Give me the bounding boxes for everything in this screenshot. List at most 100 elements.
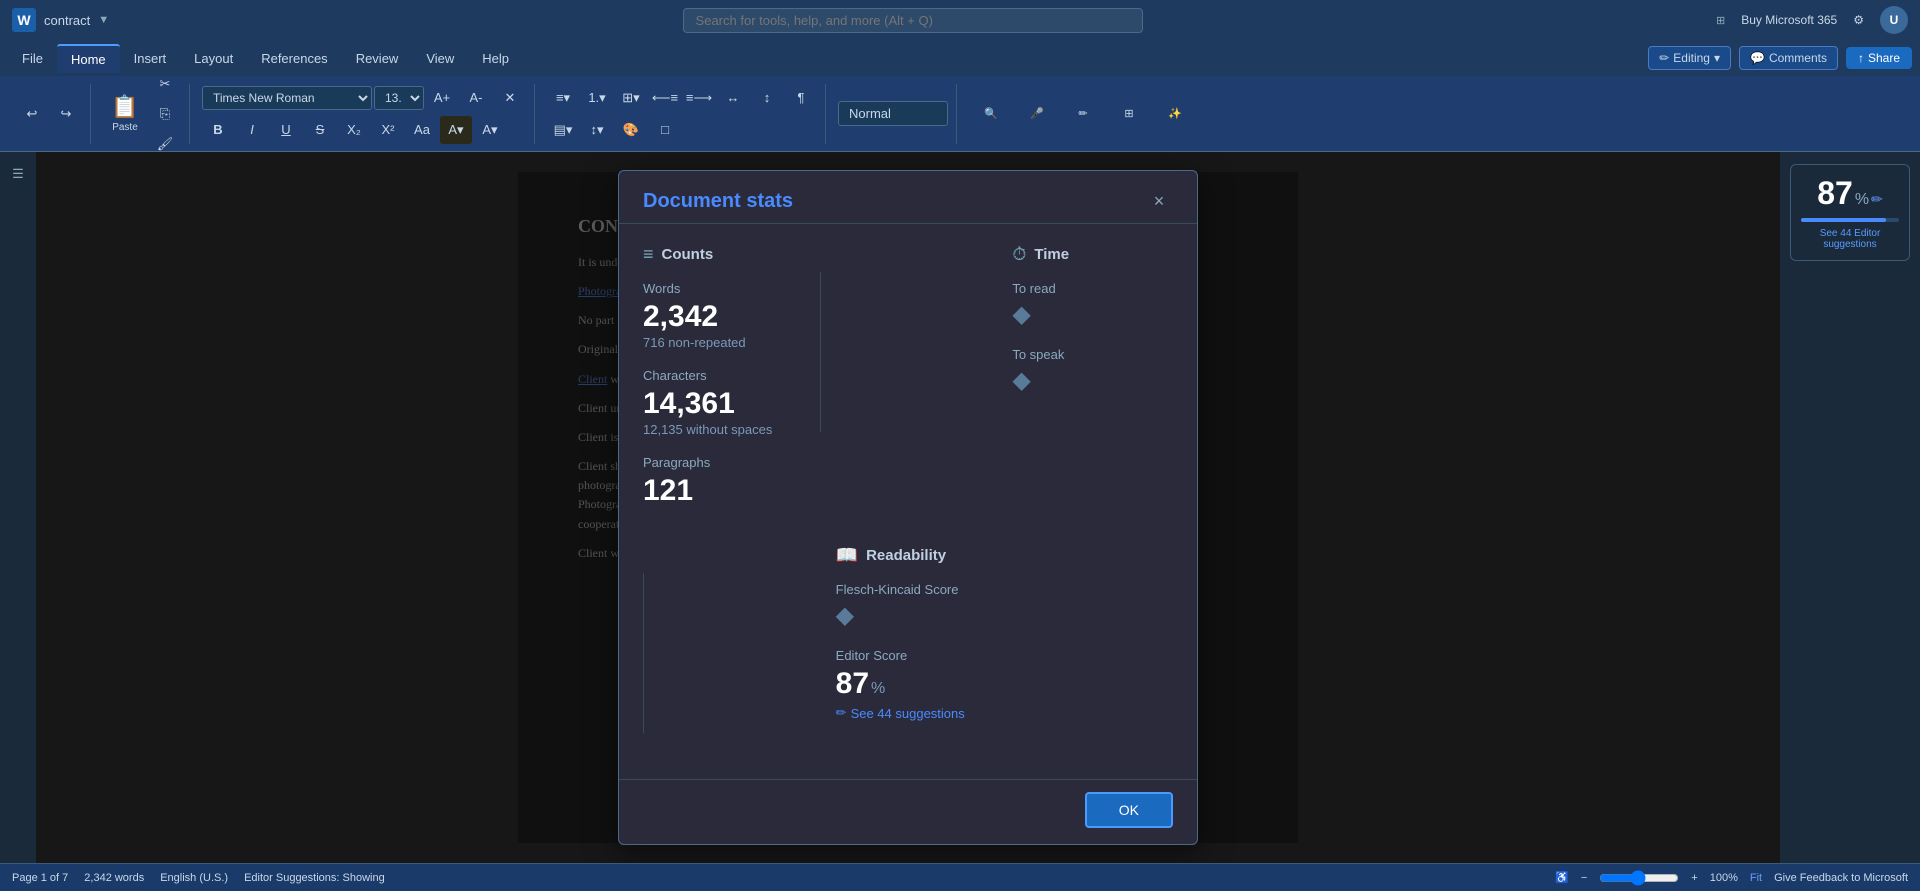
sidebar-left: ☰ bbox=[0, 152, 36, 863]
modal-close-button[interactable]: × bbox=[1145, 187, 1173, 215]
tab-home[interactable]: Home bbox=[57, 44, 120, 73]
decrease-font-button[interactable]: A- bbox=[460, 84, 492, 112]
clear-format-button[interactable]: ✕ bbox=[494, 84, 526, 112]
tab-references[interactable]: References bbox=[247, 45, 341, 72]
font-selector-row: Times New Roman 13.5 A+ A- ✕ bbox=[202, 84, 526, 112]
paragraphs-label: Paragraphs bbox=[643, 455, 804, 470]
zoom-slider[interactable] bbox=[1599, 870, 1679, 886]
zoom-out-button[interactable]: − bbox=[1581, 872, 1587, 884]
paste-label: Paste bbox=[112, 122, 138, 133]
editing-label: Editing bbox=[1673, 51, 1710, 65]
ms365-text[interactable]: Buy Microsoft 365 bbox=[1741, 13, 1837, 27]
align-buttons-row: ▤▾ ↕▾ 🎨 □ bbox=[547, 116, 681, 144]
copy-button[interactable]: ⎘ bbox=[149, 100, 181, 128]
align-button[interactable]: ▤▾ bbox=[547, 116, 579, 144]
share-button[interactable]: ↑ Share bbox=[1846, 47, 1912, 69]
superscript-button[interactable]: X² bbox=[372, 116, 404, 144]
word-icon: W bbox=[12, 8, 36, 32]
strikethrough-button[interactable]: S bbox=[304, 116, 336, 144]
editor-score-label: Editor Score bbox=[836, 648, 981, 663]
format-buttons-row: B I U S X₂ X² Aa A▾ A▾ bbox=[202, 116, 506, 144]
search-tool-button[interactable]: 🔍 bbox=[969, 87, 1013, 141]
undo-button[interactable]: ↩ bbox=[16, 100, 48, 128]
designer-icon: ✨ bbox=[1168, 107, 1182, 120]
fk-score-label: Flesch-Kincaid Score bbox=[836, 582, 981, 597]
sidebar-nav-button[interactable]: ☰ bbox=[2, 160, 34, 188]
underline-button[interactable]: U bbox=[270, 116, 302, 144]
italic-button[interactable]: I bbox=[236, 116, 268, 144]
toolbar-styles-group: Normal bbox=[830, 84, 957, 144]
status-bar: Page 1 of 7 2,342 words English (U.S.) E… bbox=[0, 863, 1920, 891]
fit-label[interactable]: Fit bbox=[1750, 872, 1762, 884]
editing-chevron: ▾ bbox=[1714, 51, 1720, 65]
toolbar-clipboard-group: 📋 Paste ✂ ⎘ 🖌 bbox=[95, 84, 190, 144]
toolbar-paragraph-group: ≡▾ 1.▾ ⊞▾ ⟵≡ ≡⟶ ↔ ↕ ¶ ▤▾ ↕▾ 🎨 □ bbox=[539, 84, 826, 144]
font-color-button[interactable]: A▾ bbox=[474, 116, 506, 144]
border-button[interactable]: □ bbox=[649, 116, 681, 144]
readability-header: 📖 Readability bbox=[836, 545, 981, 566]
feedback-label[interactable]: Give Feedback to Microsoft bbox=[1774, 872, 1908, 884]
shading-button[interactable]: 🎨 bbox=[615, 116, 647, 144]
increase-font-button[interactable]: A+ bbox=[426, 84, 458, 112]
time-title: Time bbox=[1034, 246, 1069, 263]
search-input[interactable] bbox=[683, 8, 1143, 33]
avatar[interactable]: U bbox=[1880, 6, 1908, 34]
tab-layout[interactable]: Layout bbox=[180, 45, 247, 72]
paragraphs-value: 121 bbox=[643, 474, 804, 507]
pilcrow-button[interactable]: ¶ bbox=[785, 84, 817, 112]
font-size-selector[interactable]: 13.5 bbox=[374, 86, 424, 110]
redo-button[interactable]: ↪ bbox=[50, 100, 82, 128]
dictate-button[interactable]: 🎤 bbox=[1015, 87, 1059, 141]
tab-insert[interactable]: Insert bbox=[120, 45, 181, 72]
designer-button[interactable]: ✨ bbox=[1153, 87, 1197, 141]
line-spacing-button[interactable]: ↕▾ bbox=[581, 116, 613, 144]
doc-area[interactable]: CONT... It is understood that the inform… bbox=[36, 152, 1780, 863]
score-display: 87 % ✏ bbox=[1801, 175, 1899, 212]
ribbon-tabs: File Home Insert Layout References Revie… bbox=[0, 40, 1920, 76]
word-count: 2,342 words bbox=[84, 872, 144, 884]
paste-button[interactable]: 📋 Paste bbox=[103, 87, 147, 141]
decrease-indent-button[interactable]: ⟵≡ bbox=[649, 84, 681, 112]
numbered-list-button[interactable]: 1.▾ bbox=[581, 84, 613, 112]
cut-button[interactable]: ✂ bbox=[149, 70, 181, 98]
editor-score-card: 87 % ✏ See 44 Editor suggestions bbox=[1790, 164, 1910, 261]
status-bar-right: ♿ − + 100% Fit Give Feedback to Microsof… bbox=[1555, 870, 1908, 886]
ltr-button[interactable]: ↔ bbox=[717, 84, 749, 112]
highlight-button[interactable]: A▾ bbox=[440, 116, 472, 144]
words-value: 2,342 bbox=[643, 300, 804, 333]
bullet-list-button[interactable]: ≡▾ bbox=[547, 84, 579, 112]
comments-button[interactable]: 💬 Comments bbox=[1739, 46, 1838, 70]
see-suggestions-link[interactable]: ✏ See 44 suggestions bbox=[836, 705, 981, 721]
increase-indent-button[interactable]: ≡⟶ bbox=[683, 84, 715, 112]
counts-icon: ≡ bbox=[643, 244, 654, 265]
add-ins-button[interactable]: ⊞ bbox=[1107, 87, 1151, 141]
counts-title: Counts bbox=[662, 246, 714, 263]
to-speak-stat: To speak ◆ bbox=[1012, 347, 1157, 395]
list-buttons-row: ≡▾ 1.▾ ⊞▾ ⟵≡ ≡⟶ ↔ ↕ ¶ bbox=[547, 84, 817, 112]
tab-view[interactable]: View bbox=[412, 45, 468, 72]
divider-2 bbox=[643, 573, 644, 733]
style-selector[interactable]: Normal bbox=[838, 101, 948, 126]
rtl-button[interactable]: ↕ bbox=[751, 84, 783, 112]
multilevel-list-button[interactable]: ⊞▾ bbox=[615, 84, 647, 112]
tab-help[interactable]: Help bbox=[468, 45, 523, 72]
readability-section: 📖 Readability Flesch-Kincaid Score ◆ Edi… bbox=[820, 545, 997, 759]
modal-body: ≡ Counts Words 2,342 716 non-repeated Ch… bbox=[619, 224, 1197, 779]
editing-button[interactable]: ✏ Editing ▾ bbox=[1648, 46, 1731, 70]
settings-icon[interactable]: ⚙ bbox=[1853, 13, 1864, 27]
editor-score-row: 87 % bbox=[836, 667, 981, 701]
comments-icon: 💬 bbox=[1750, 51, 1765, 65]
tab-file[interactable]: File bbox=[8, 45, 57, 72]
ok-button[interactable]: OK bbox=[1085, 792, 1173, 828]
font-name-selector[interactable]: Times New Roman bbox=[202, 86, 372, 110]
tab-review[interactable]: Review bbox=[342, 45, 413, 72]
subscript-button[interactable]: X₂ bbox=[338, 116, 370, 144]
title-bar-left: W contract ▼ bbox=[12, 8, 109, 32]
chars-value: 14,361 bbox=[643, 387, 804, 420]
time-icon: ⏱ bbox=[1012, 244, 1026, 265]
right-panel-suggestion[interactable]: See 44 Editor suggestions bbox=[1801, 228, 1899, 250]
text-case-button[interactable]: Aa bbox=[406, 116, 438, 144]
bold-button[interactable]: B bbox=[202, 116, 234, 144]
editor-button[interactable]: ✏ bbox=[1061, 87, 1105, 141]
zoom-in-button[interactable]: + bbox=[1691, 872, 1697, 884]
